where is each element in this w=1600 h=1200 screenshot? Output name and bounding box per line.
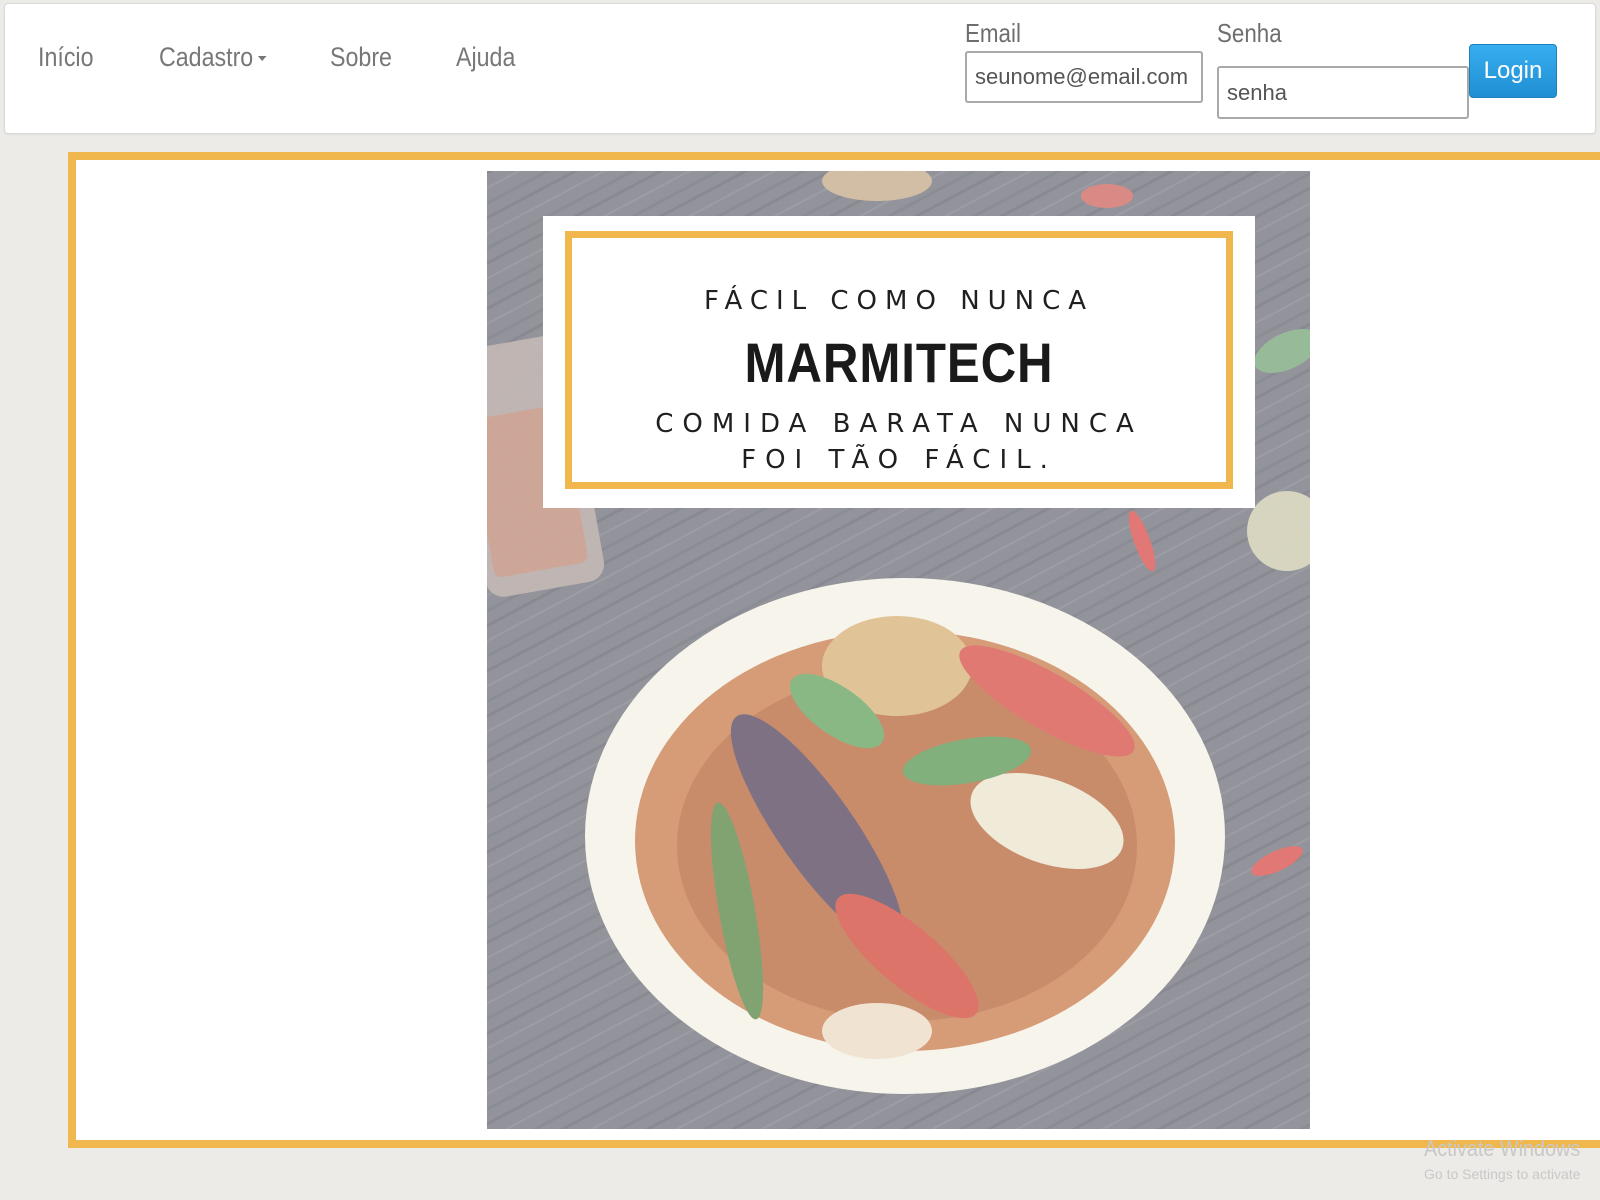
poster-slogan-line1: COMIDA BARATA NUNCA xyxy=(655,409,1143,439)
poster-title-frame: FÁCIL COMO NUNCA MARMITECH COMIDA BARATA… xyxy=(565,231,1233,489)
poster-slogan-line2: FOI TÃO FÁCIL. xyxy=(741,445,1057,475)
email-field[interactable] xyxy=(965,51,1203,103)
poster-tagline: FÁCIL COMO NUNCA xyxy=(703,286,1095,316)
password-field[interactable] xyxy=(1217,66,1469,119)
poster-brand: MARMITECH xyxy=(744,331,1054,394)
password-label: Senha xyxy=(1217,18,1282,48)
poster-title-box: FÁCIL COMO NUNCA MARMITECH COMIDA BARATA… xyxy=(543,216,1255,508)
hero-poster: FÁCIL COMO NUNCA MARMITECH COMIDA BARATA… xyxy=(487,171,1310,1129)
nav-item-cadastro[interactable]: Cadastro xyxy=(159,42,267,73)
activation-watermark-subtitle: Go to Settings to activate xyxy=(1424,1166,1581,1182)
nav-item-label: Sobre xyxy=(330,42,392,72)
login-button[interactable]: Login xyxy=(1469,44,1557,98)
nav-item-inicio[interactable]: Início xyxy=(38,42,94,73)
nav-item-sobre[interactable]: Sobre xyxy=(330,42,392,73)
poster-slogan: COMIDA BARATA NUNCA FOI TÃO FÁCIL. xyxy=(572,406,1226,478)
email-label: Email xyxy=(965,18,1021,48)
top-navbar: Início Cadastro Sobre Ajuda Email Senha … xyxy=(4,3,1596,134)
caret-down-icon xyxy=(257,56,267,62)
nav-item-ajuda[interactable]: Ajuda xyxy=(456,42,515,73)
nav-item-label: Ajuda xyxy=(456,42,516,72)
nav-item-label: Início xyxy=(38,42,94,72)
activation-watermark-title: Activate Windows xyxy=(1424,1136,1581,1161)
nav-item-label: Cadastro xyxy=(159,42,254,72)
